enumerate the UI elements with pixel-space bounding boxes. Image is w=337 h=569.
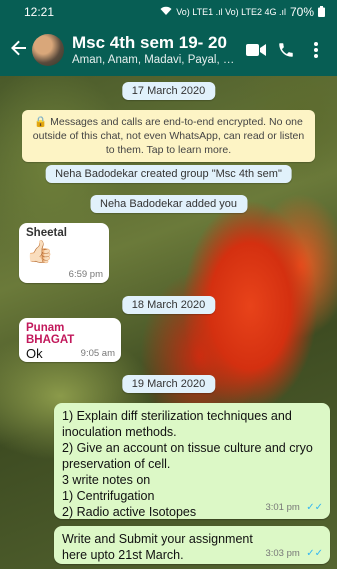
battery-level: 70% [289, 5, 314, 19]
wifi-icon [160, 6, 172, 18]
arrow-left-icon[interactable] [8, 39, 30, 62]
date-divider: 18 March 2020 [121, 296, 216, 314]
system-message: Neha Badodekar added you [90, 195, 247, 213]
group-members: Aman, Anam, Madavi, Payal, Pun... [72, 53, 239, 66]
network-signal: Vo) LTE1 .ıl Vo) LTE2 4G .ıl [176, 7, 286, 17]
message-time: 3:03 pm [265, 548, 300, 559]
phone-icon[interactable] [273, 37, 299, 63]
battery-icon [318, 5, 325, 19]
group-avatar[interactable] [32, 34, 64, 66]
group-info[interactable]: Msc 4th sem 19- 20 Aman, Anam, Madavi, P… [72, 33, 239, 68]
outgoing-message[interactable]: Write and Submit your assignment here up… [54, 526, 330, 564]
message-meta: 3:01 pm ✓✓ [265, 497, 323, 515]
thumbs-up-icon: 👍🏻 [26, 239, 54, 264]
message-time: 3:01 pm [265, 502, 300, 513]
status-time: 12:21 [24, 5, 55, 19]
whatsapp-chat-screen: 12:21 Vo) LTE1 .ıl Vo) LTE2 4G .ıl 70% M… [0, 0, 337, 569]
sender-name: Sheetal [26, 227, 67, 239]
group-title: Msc 4th sem 19- 20 [72, 32, 227, 52]
chat-header: Msc 4th sem 19- 20 Aman, Anam, Madavi, P… [0, 24, 337, 76]
message-time: 9:05 am [80, 348, 115, 359]
read-receipt-icon: ✓✓ [306, 502, 323, 513]
incoming-message[interactable]: Punam BHAGAT Ok 9:05 am [19, 318, 121, 362]
status-indicators: Vo) LTE1 .ıl Vo) LTE2 4G .ıl 70% [160, 5, 325, 19]
more-vert-icon[interactable] [303, 37, 329, 63]
encryption-notice[interactable]: 🔒 Messages and calls are end-to-end encr… [22, 110, 315, 162]
status-bar: 12:21 Vo) LTE1 .ıl Vo) LTE2 4G .ıl 70% [0, 0, 337, 24]
video-call-icon[interactable] [243, 37, 269, 63]
sender-name: Punam BHAGAT [26, 322, 75, 346]
message-time: 6:59 pm [68, 269, 103, 280]
incoming-message[interactable]: Sheetal 👍🏻 6:59 pm [19, 223, 109, 283]
message-meta: 3:03 pm ✓✓ [265, 543, 323, 561]
read-receipt-icon: ✓✓ [306, 548, 323, 559]
date-divider: 17 March 2020 [121, 82, 216, 100]
message-text: Write and Submit your assignment here up… [62, 532, 253, 562]
system-message: Neha Badodekar created group "Msc 4th se… [45, 165, 292, 183]
date-divider: 19 March 2020 [121, 375, 216, 393]
outgoing-message[interactable]: 1) Explain diff sterilization techniques… [54, 403, 330, 519]
